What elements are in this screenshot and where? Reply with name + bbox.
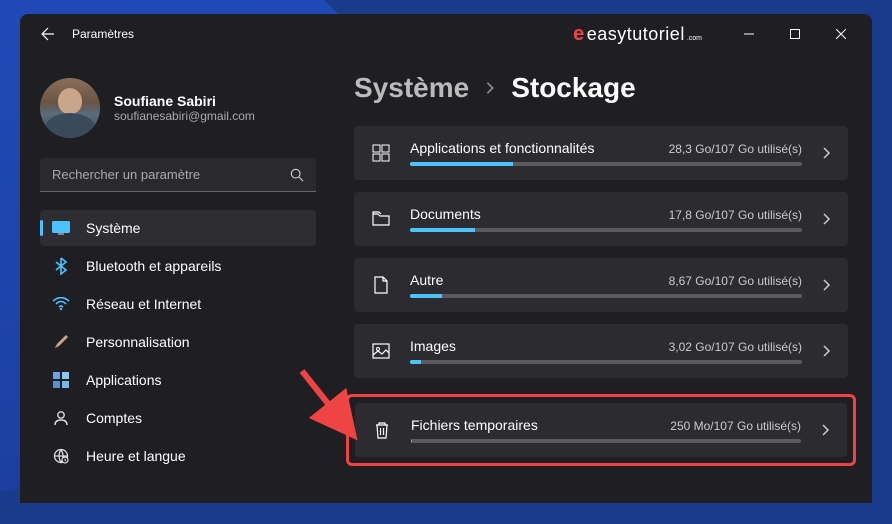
search-icon	[290, 168, 304, 182]
nav-item-label: Comptes	[86, 410, 142, 426]
breadcrumb: Système Stockage	[354, 72, 848, 104]
storage-usage: 17,8 Go/107 Go utilisé(s)	[669, 208, 802, 222]
storage-bar	[410, 294, 802, 298]
sidebar: Soufiane Sabiri soufianesabiri@gmail.com…	[20, 54, 330, 503]
storage-usage: 250 Mo/107 Go utilisé(s)	[670, 419, 801, 433]
storage-bar	[410, 360, 802, 364]
search-box[interactable]	[40, 158, 316, 192]
breadcrumb-current: Stockage	[511, 72, 636, 104]
storage-item[interactable]: Applications et fonctionnalités 28,3 Go/…	[354, 126, 848, 180]
arrow-left-icon	[40, 26, 56, 42]
nav-item-brush[interactable]: Personnalisation	[40, 324, 316, 360]
storage-item[interactable]: Autre 8,67 Go/107 Go utilisé(s)	[354, 258, 848, 312]
storage-usage: 28,3 Go/107 Go utilisé(s)	[669, 142, 802, 156]
main-panel: Système Stockage Applications et fonctio…	[330, 54, 872, 503]
storage-label: Autre	[410, 272, 443, 288]
apps-icon	[52, 371, 70, 389]
nav-item-label: Bluetooth et appareils	[86, 258, 221, 274]
chevron-right-icon	[820, 345, 832, 357]
maximize-button[interactable]	[772, 18, 818, 50]
chevron-right-icon	[820, 213, 832, 225]
profile-name: Soufiane Sabiri	[114, 93, 255, 109]
close-icon	[836, 29, 846, 39]
bluetooth-icon	[52, 257, 70, 275]
storage-item[interactable]: Documents 17,8 Go/107 Go utilisé(s)	[354, 192, 848, 246]
nav-item-label: Heure et langue	[86, 448, 186, 464]
display-icon	[52, 219, 70, 237]
globe-icon	[52, 447, 70, 465]
grid-icon	[370, 144, 392, 162]
nav-item-label: Personnalisation	[86, 334, 190, 350]
chevron-right-icon	[820, 147, 832, 159]
minimize-button[interactable]	[726, 18, 772, 50]
close-button[interactable]	[818, 18, 864, 50]
window-controls	[726, 18, 864, 50]
chevron-right-icon	[483, 81, 497, 95]
wifi-icon	[52, 295, 70, 313]
folder-icon	[370, 211, 392, 227]
storage-usage: 3,02 Go/107 Go utilisé(s)	[669, 340, 802, 354]
storage-usage: 8,67 Go/107 Go utilisé(s)	[669, 274, 802, 288]
trash-icon	[371, 421, 393, 439]
window-title: Paramètres	[72, 27, 134, 41]
profile-block[interactable]: Soufiane Sabiri soufianesabiri@gmail.com	[40, 54, 316, 158]
logo-text: easytutoriel	[587, 24, 685, 45]
annotation-highlight: Fichiers temporaires 250 Mo/107 Go utili…	[346, 394, 856, 466]
storage-label: Applications et fonctionnalités	[410, 140, 594, 156]
chevron-right-icon	[820, 279, 832, 291]
logo-prefix: e	[573, 23, 585, 46]
brush-icon	[52, 333, 70, 351]
maximize-icon	[790, 29, 800, 39]
minimize-icon	[744, 29, 754, 39]
avatar	[40, 78, 100, 138]
breadcrumb-parent[interactable]: Système	[354, 72, 469, 104]
storage-bar	[410, 228, 802, 232]
chevron-right-icon	[819, 424, 831, 436]
nav-item-display[interactable]: Système	[40, 210, 316, 246]
titlebar: Paramètres e easytutoriel .com	[20, 14, 872, 54]
nav-item-bluetooth[interactable]: Bluetooth et appareils	[40, 248, 316, 284]
nav-item-apps[interactable]: Applications	[40, 362, 316, 398]
storage-list: Applications et fonctionnalités 28,3 Go/…	[354, 126, 848, 466]
storage-bar	[410, 162, 802, 166]
nav-item-label: Système	[86, 220, 140, 236]
storage-label: Fichiers temporaires	[411, 417, 538, 433]
nav-item-label: Applications	[86, 372, 162, 388]
nav-item-wifi[interactable]: Réseau et Internet	[40, 286, 316, 322]
nav-list: Système Bluetooth et appareils Réseau et I…	[40, 210, 316, 474]
back-button[interactable]	[28, 14, 68, 54]
storage-label: Images	[410, 338, 456, 354]
user-icon	[52, 409, 70, 427]
image-icon	[370, 343, 392, 359]
search-input[interactable]	[52, 167, 290, 182]
nav-item-globe[interactable]: Heure et langue	[40, 438, 316, 474]
settings-window: Paramètres e easytutoriel .com Soufiane …	[20, 14, 872, 503]
logo-suffix: .com	[687, 35, 702, 42]
storage-item[interactable]: Fichiers temporaires 250 Mo/107 Go utili…	[355, 403, 847, 457]
watermark-logo: e easytutoriel .com	[573, 23, 702, 46]
storage-label: Documents	[410, 206, 481, 222]
nav-item-user[interactable]: Comptes	[40, 400, 316, 436]
storage-bar	[411, 439, 801, 443]
file-icon	[370, 276, 392, 294]
nav-item-label: Réseau et Internet	[86, 296, 201, 312]
profile-email: soufianesabiri@gmail.com	[114, 109, 255, 123]
storage-item[interactable]: Images 3,02 Go/107 Go utilisé(s)	[354, 324, 848, 378]
